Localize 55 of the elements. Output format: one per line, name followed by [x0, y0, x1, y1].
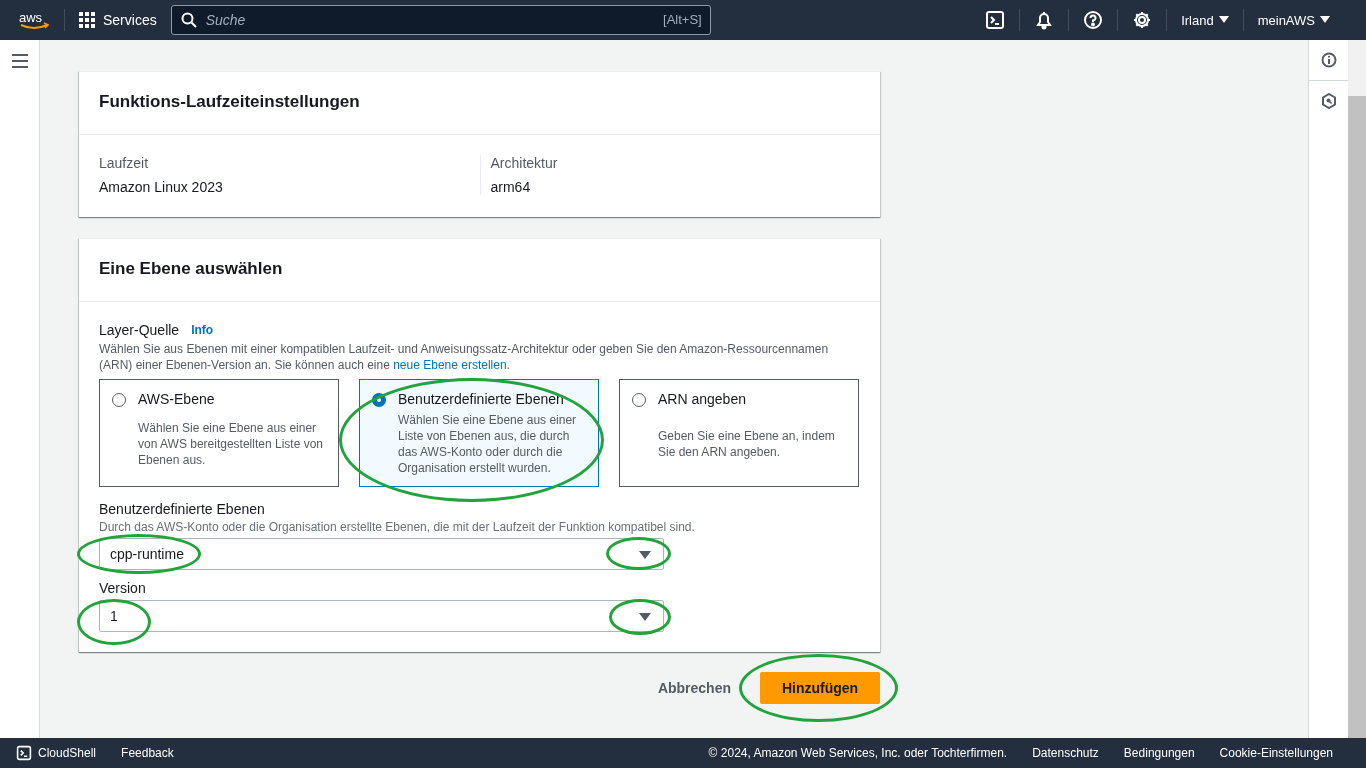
terminal-icon — [16, 745, 32, 761]
caret-icon — [1320, 16, 1330, 24]
caret-icon — [639, 613, 651, 621]
bell-icon[interactable] — [1034, 10, 1055, 30]
aws-logo[interactable]: aws — [18, 10, 50, 30]
caret-icon — [1218, 16, 1229, 24]
menu-icon[interactable] — [11, 54, 28, 68]
terminal-icon[interactable] — [985, 10, 1006, 30]
field-value: arm64 — [490, 179, 532, 195]
field-description: Durch das AWS-Konto oder die Organisation erstellte Ebenen, die mit der Laufzeit der Funktion kompatibel sind. — [99, 520, 695, 534]
field-label: Version — [99, 580, 146, 596]
layer-select[interactable]: cpp-runtime — [99, 538, 664, 570]
caret-icon — [639, 551, 651, 559]
card-title: Funktions-Laufzeiteinstellungen — [79, 72, 880, 135]
shortcut-hint: [Alt+S] — [663, 12, 702, 27]
footer-link[interactable]: Datenschutz — [1032, 746, 1099, 760]
layer-source-option[interactable]: Benutzerdefinierte Ebenen Wählen Sie eine Ebene aus einer Liste von Ebenen aus, die durch das AWS-Konto oder durch die Organisation erstellt wurden. — [359, 379, 599, 487]
create-layer-link[interactable]: neue Ebene erstellen — [393, 358, 507, 372]
field-label: Laufzeit — [99, 155, 150, 171]
version-select[interactable]: 1 — [99, 600, 664, 632]
option-title: AWS-Ebene — [138, 391, 216, 409]
info-icon[interactable] — [1320, 52, 1337, 68]
field-label: Benutzerdefinierte Ebenen — [99, 501, 265, 517]
scrollbar-thumb[interactable] — [1348, 96, 1366, 738]
info-link[interactable]: Info — [191, 323, 214, 337]
field-description: Wählen Sie aus Ebenen mit einer kompatiblen Laufzeit- und Anweisungssatz-Architektur oder geben Sie den Amazon-Ressourcennamen (ARN) einer Ebenen-Version an. Sie können auch eine neue Ebene erstellen. — [99, 341, 830, 373]
field-value: Amazon Linux 2023 — [99, 179, 224, 195]
footer-link[interactable]: Cookie-Einstellungen — [1219, 746, 1333, 760]
add-button[interactable]: Hinzufügen — [760, 672, 880, 704]
cloudshell-link[interactable]: CloudShell — [16, 745, 97, 761]
layer-source-option[interactable]: AWS-Ebene Wählen Sie eine Ebene aus einer von AWS bereitgestellten Liste von Ebenen aus. — [99, 379, 339, 487]
radio-button[interactable] — [112, 393, 126, 407]
radio-button[interactable] — [372, 393, 386, 407]
settings-icon[interactable] — [1132, 10, 1153, 30]
option-title: Benutzerdefinierte Ebenen — [398, 391, 565, 407]
copyright-text: © 2024, Amazon Web Services, Inc. oder Tochterfirmen. — [708, 746, 1008, 760]
layer-source-option[interactable]: ARN angeben Geben Sie eine Ebene an, indem Sie den ARN angeben. — [619, 379, 859, 487]
option-description: Geben Sie eine Ebene an, indem Sie den ARN angeben. — [658, 427, 836, 461]
region-menu[interactable]: Irland — [1181, 12, 1229, 28]
option-title: ARN angeben — [658, 391, 747, 409]
radio-button[interactable] — [632, 393, 646, 407]
cancel-button[interactable]: Abbrechen — [657, 680, 731, 696]
account-menu[interactable]: meinAWS — [1257, 12, 1330, 28]
option-description: Wählen Sie eine Ebene aus einer von AWS bereitgestellten Liste von Ebenen aus. — [138, 419, 324, 469]
search-icon — [180, 12, 197, 28]
feedback-link[interactable]: Feedback — [121, 746, 174, 760]
grid-icon — [79, 12, 95, 28]
hexagon-icon[interactable] — [1320, 93, 1337, 109]
footer-link[interactable]: Bedingungen — [1123, 746, 1195, 760]
option-description: Wählen Sie eine Ebene aus einer Liste von Ebenen aus, die durch das AWS-Konto oder durch die Organisation erstellt wurden. — [398, 412, 578, 476]
field-label: Architektur — [490, 155, 559, 171]
card-title: Eine Ebene auswählen — [79, 239, 880, 302]
help-icon[interactable] — [1083, 10, 1104, 30]
services-menu[interactable]: Services — [79, 12, 157, 28]
field-label: Layer-Quelle — [99, 322, 180, 338]
